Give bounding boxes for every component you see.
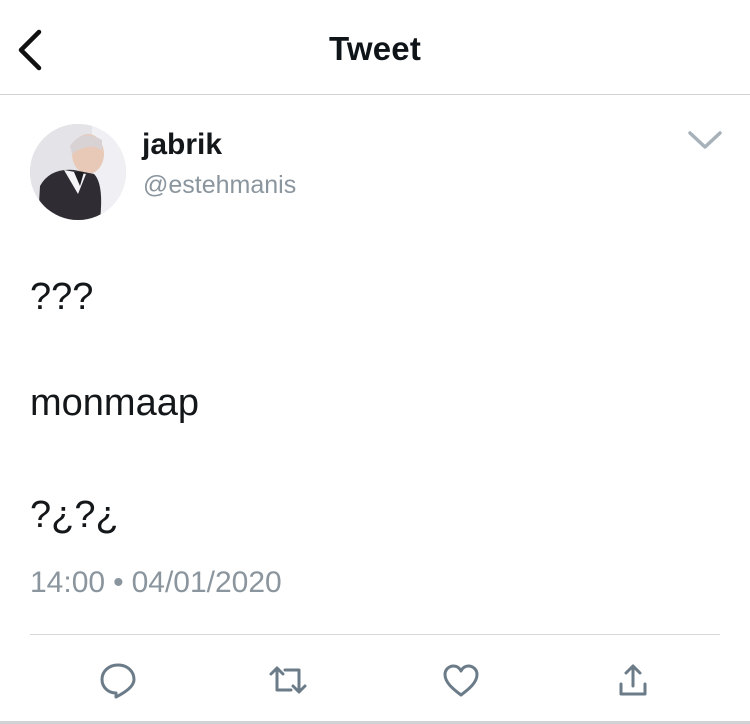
retweet-icon (269, 666, 307, 694)
tweet-text-line: monmaap (30, 382, 199, 424)
share-button[interactable] (611, 658, 655, 702)
avatar-image (30, 124, 126, 220)
tweet-text-line: ??? (30, 276, 94, 318)
tweet-time: 14:00 (30, 566, 106, 599)
reply-button[interactable] (96, 658, 140, 702)
avatar[interactable] (30, 124, 126, 220)
tweet-timestamp: 14:00 • 04/01/2020 (30, 566, 282, 600)
reply-icon (100, 663, 136, 699)
page-title: Tweet (328, 30, 422, 67)
heart-icon (443, 664, 479, 697)
tweet-date: 04/01/2020 (131, 566, 282, 599)
nav-bar: Tweet (0, 0, 750, 95)
like-button[interactable] (439, 658, 483, 702)
separator-dot: • (113, 566, 124, 599)
chevron-down-icon (688, 131, 722, 149)
retweet-button[interactable] (266, 658, 310, 702)
share-icon (619, 664, 647, 696)
tweet-text-line: ?¿?¿ (30, 494, 119, 536)
author-name[interactable]: jabrik (142, 128, 222, 162)
divider (30, 634, 720, 635)
more-options-button[interactable] (686, 127, 724, 153)
author-handle[interactable]: @estehmanis (143, 171, 296, 200)
